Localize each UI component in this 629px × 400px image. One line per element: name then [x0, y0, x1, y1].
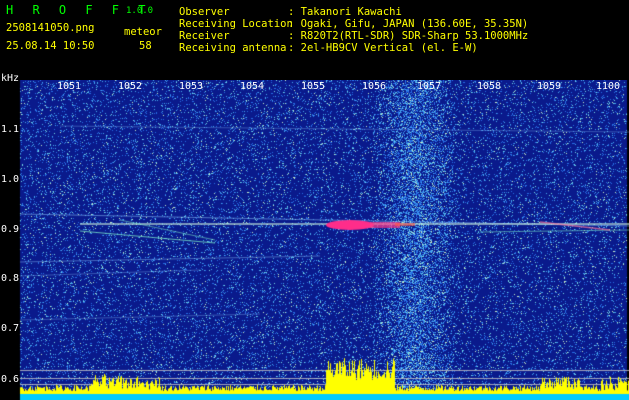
x-tick: 1058 [477, 81, 502, 92]
x-tick: 1057 [417, 81, 442, 92]
x-tick: 1100 [596, 81, 621, 92]
app-version: 1.0.0 [126, 6, 154, 16]
observer-label: Observer [179, 6, 230, 18]
mode-label: meteor [124, 26, 162, 38]
meteor-count: 58 [139, 40, 152, 52]
header-panel: H R O F F T 1.0.0 2508141050.png meteor … [0, 0, 629, 80]
spectrogram-canvas [0, 80, 629, 400]
receiver-value: : R820T2(RTL-SDR) SDR-Sharp 53.1000MHz [288, 30, 529, 42]
location-label: Receiving Location [179, 18, 293, 30]
observer-value: : Takanori Kawachi [288, 6, 402, 18]
antenna-label: Receiving antenna [179, 42, 287, 54]
y-tick: 1.0 [1, 174, 20, 185]
x-tick: 1054 [240, 81, 265, 92]
receiver-label: Receiver [179, 30, 230, 42]
x-tick: 1051 [57, 81, 82, 92]
datetime-label: 25.08.14 10:50 [6, 40, 95, 52]
filename-label: 2508141050.png [6, 22, 95, 34]
x-tick: 1059 [537, 81, 562, 92]
x-tick: 1052 [118, 81, 143, 92]
y-tick: 0.6 [1, 374, 20, 385]
x-tick: 1055 [301, 81, 326, 92]
y-tick: 1.1 [1, 124, 20, 135]
location-value: : Ogaki, Gifu, JAPAN (136.60E, 35.35N) [288, 18, 529, 30]
y-tick: 0.7 [1, 323, 20, 334]
y-tick: 0.8 [1, 273, 20, 284]
x-tick: 1053 [179, 81, 204, 92]
y-axis-unit: kHz [1, 73, 20, 84]
antenna-value: : 2el-HB9CV Vertical (el. E-W) [288, 42, 478, 54]
y-tick: 0.9 [1, 224, 20, 235]
x-tick: 1056 [362, 81, 387, 92]
